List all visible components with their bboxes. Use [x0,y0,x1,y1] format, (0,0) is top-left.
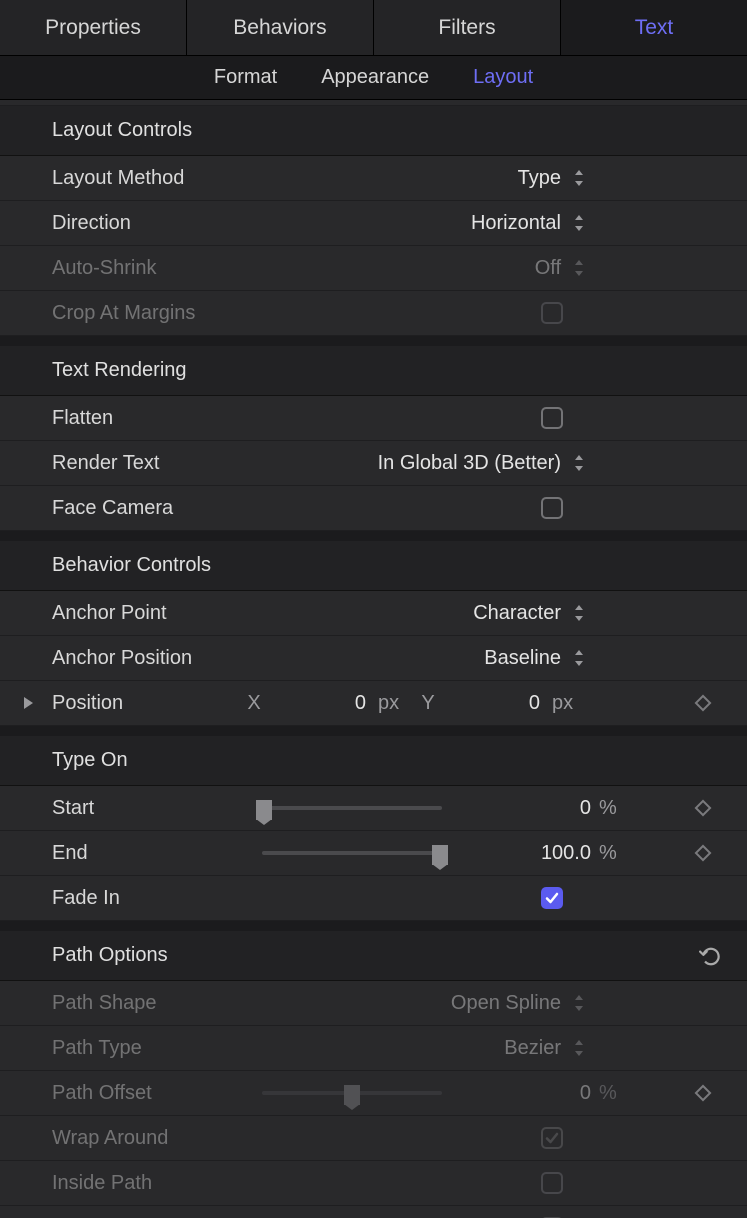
sub-tab-format[interactable]: Format [214,66,277,89]
checkbox-fade-in[interactable] [541,887,563,909]
label-face-camera: Face Camera [52,497,262,520]
inspector-scroll-area[interactable]: Layout Controls Layout Method Type Direc… [0,100,747,1218]
value-path-shape: Open Spline [451,992,561,1015]
row-path-offset: Path Offset 0 % [0,1071,747,1116]
section-text-rendering: Text Rendering [0,346,747,396]
sub-tab-appearance[interactable]: Appearance [321,66,429,89]
row-crop-at-margins: Crop At Margins [0,291,747,336]
row-flatten: Flatten [0,396,747,441]
checkbox-wrap-around [541,1127,563,1149]
label-fade-in: Fade In [52,887,262,910]
row-anchor-position: Anchor Position Baseline [0,636,747,681]
label-path-type: Path Type [52,1037,262,1060]
label-end: End [52,842,262,865]
checkbox-inside-path [541,1172,563,1194]
keyframe-button[interactable] [683,697,723,709]
sub-tab-bar: Format Appearance Layout [0,56,747,100]
tab-behaviors[interactable]: Behaviors [187,0,374,55]
label-path-offset: Path Offset [52,1082,262,1105]
label-anchor-position: Anchor Position [52,647,262,670]
label-crop-at-margins: Crop At Margins [52,302,262,325]
top-tab-bar: Properties Behaviors Filters Text [0,0,747,56]
stepper-icon [571,1037,587,1059]
label-render-text: Render Text [52,452,262,475]
slider-start[interactable] [262,806,442,810]
label-flatten: Flatten [52,407,262,430]
row-wrap-around: Wrap Around [0,1116,747,1161]
checkbox-crop-at-margins [541,302,563,324]
unit-percent: % [599,797,627,820]
row-path-shape: Path Shape Open Spline [0,981,747,1026]
label-inside-path: Inside Path [52,1172,262,1195]
section-type-on: Type On [0,736,747,786]
row-path-type: Path Type Bezier [0,1026,747,1071]
value-anchor-point[interactable]: Character [473,602,561,625]
value-path-type: Bezier [504,1037,561,1060]
row-auto-shrink: Auto-Shrink Off [0,246,747,291]
disclosure-triangle-icon[interactable] [22,696,34,710]
reset-icon[interactable] [699,945,721,967]
slider-path-offset [262,1091,442,1095]
position-xy-fields[interactable]: X 0 px Y 0 px [244,692,580,715]
tab-filters[interactable]: Filters [374,0,561,55]
row-start: Start 0 % [0,786,747,831]
label-direction: Direction [52,212,262,235]
label-path-shape: Path Shape [52,992,262,1015]
row-inside-path: Inside Path [0,1161,747,1206]
value-direction[interactable]: Horizontal [471,212,561,235]
stepper-icon[interactable] [571,452,587,474]
section-behavior-controls: Behavior Controls [0,541,747,591]
value-anchor-position[interactable]: Baseline [484,647,561,670]
keyframe-button[interactable] [683,847,723,859]
row-face-camera: Face Camera [0,486,747,531]
sub-tab-layout[interactable]: Layout [473,66,533,89]
checkbox-flatten[interactable] [541,407,563,429]
row-align-to-path: Align to Path [0,1206,747,1218]
stepper-icon[interactable] [571,212,587,234]
row-anchor-point: Anchor Point Character [0,591,747,636]
label-position: Position [52,692,262,715]
row-render-text: Render Text In Global 3D (Better) [0,441,747,486]
row-position: Position X 0 px Y 0 px [0,681,747,726]
section-path-options: Path Options [0,931,747,981]
value-end[interactable]: 100.0 [511,842,591,865]
row-layout-method: Layout Method Type [0,156,747,201]
keyframe-button[interactable] [683,1087,723,1099]
value-render-text[interactable]: In Global 3D (Better) [378,452,561,475]
row-end: End 100.0 % [0,831,747,876]
value-layout-method[interactable]: Type [518,167,561,190]
row-fade-in: Fade In [0,876,747,921]
row-direction: Direction Horizontal [0,201,747,246]
label-wrap-around: Wrap Around [52,1127,262,1150]
stepper-icon [571,257,587,279]
label-auto-shrink: Auto-Shrink [52,257,262,280]
keyframe-button[interactable] [683,802,723,814]
tab-properties[interactable]: Properties [0,0,187,55]
label-layout-method: Layout Method [52,167,262,190]
unit-percent: % [599,1082,627,1105]
stepper-icon[interactable] [571,167,587,189]
tab-text[interactable]: Text [561,0,747,55]
checkbox-face-camera[interactable] [541,497,563,519]
stepper-icon[interactable] [571,647,587,669]
value-start[interactable]: 0 [511,797,591,820]
value-path-offset: 0 [511,1082,591,1105]
unit-percent: % [599,842,627,865]
value-auto-shrink: Off [535,257,561,280]
section-layout-controls: Layout Controls [0,106,747,156]
stepper-icon [571,992,587,1014]
stepper-icon[interactable] [571,602,587,624]
slider-end[interactable] [262,851,442,855]
label-start: Start [52,797,262,820]
label-anchor-point: Anchor Point [52,602,262,625]
